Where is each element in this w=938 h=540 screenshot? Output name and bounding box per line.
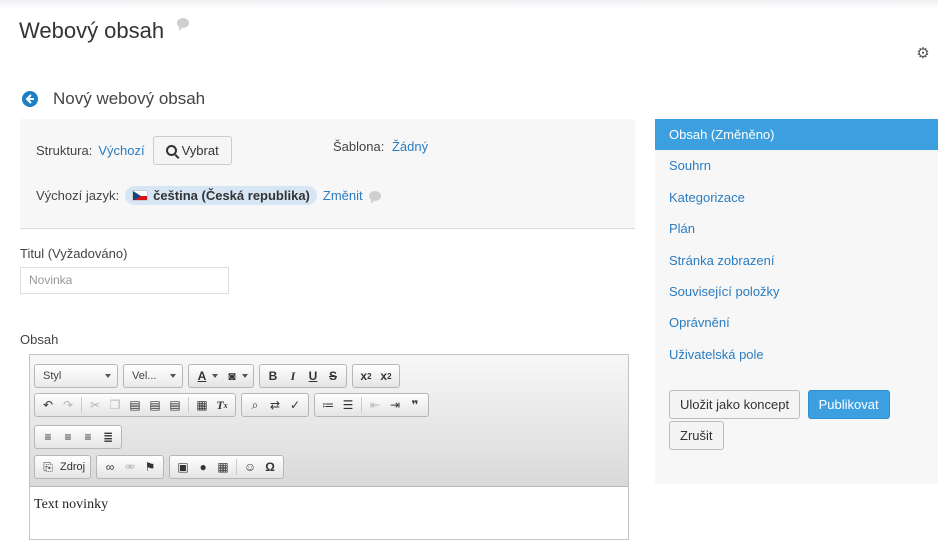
title-label: Titul (Vyžadováno) [20, 246, 128, 261]
align-left-icon[interactable]: ≡ [38, 427, 58, 447]
outdent-icon[interactable]: ⇤ [365, 395, 385, 415]
select-structure-button[interactable]: Vybrat [152, 135, 232, 165]
form-actions: Uložit jako koncept Publikovat Zrušit [669, 390, 890, 450]
structure-panel: Struktura: Výchozí Vybrat Šablona: Žádný… [20, 119, 635, 229]
redo-icon[interactable]: ↷ [58, 395, 78, 415]
title-input[interactable]: Novinka [20, 267, 229, 294]
language-value: čeština (Česká republika) [153, 188, 310, 203]
table-icon[interactable]: ▦ [213, 457, 233, 477]
blockquote-icon[interactable]: ❞ [405, 395, 425, 415]
strikethrough-icon[interactable]: S [323, 366, 343, 386]
gear-icon[interactable]: ⚙ [915, 46, 931, 62]
template-label: Šablona: [333, 139, 385, 154]
align-center-icon[interactable]: ≡ [58, 427, 78, 447]
italic-icon[interactable]: I [283, 366, 303, 386]
indent-icon[interactable]: ⇥ [385, 395, 405, 415]
sidebar-item-summary[interactable]: Souhrn [655, 150, 938, 181]
rich-text-editor: Styl Vel... A ◙ B I U S x2 x2 ↶ ↷ ✂ ❐ ▤ … [29, 354, 629, 540]
content-label: Obsah [20, 332, 59, 347]
editor-content[interactable]: Text novinky [30, 487, 628, 539]
paste-icon[interactable]: ▤ [125, 395, 145, 415]
align-right-icon[interactable]: ≡ [78, 427, 98, 447]
change-language-link[interactable]: Změnit [323, 188, 363, 203]
image-icon[interactable]: ▣ [173, 457, 193, 477]
replace-icon[interactable]: ⇄ [265, 395, 285, 415]
style-combo[interactable]: Styl [34, 364, 118, 388]
find-icon[interactable]: ⌕ [245, 395, 265, 415]
sidebar-item-custom-fields[interactable]: Uživatelská pole [655, 339, 938, 370]
sidebar-item-related[interactable]: Související položky [655, 276, 938, 307]
search-icon [165, 144, 177, 156]
numbered-list-icon[interactable]: ≔ [318, 395, 338, 415]
undo-icon[interactable]: ↶ [38, 395, 58, 415]
select-button-label: Vybrat [181, 142, 219, 158]
bold-icon[interactable]: B [263, 366, 283, 386]
flash-icon[interactable]: ● [193, 457, 213, 477]
page-title: Webový obsah [19, 18, 165, 43]
sidebar-item-permissions[interactable]: Oprávnění [655, 307, 938, 338]
publish-button[interactable]: Publikovat [807, 390, 890, 419]
link-icon[interactable]: ∞ [100, 457, 120, 477]
right-sidebar: Obsah (Změněno) Souhrn Kategorizace Plán… [655, 119, 938, 484]
style-combo-label: Styl [43, 370, 62, 382]
copy-icon[interactable]: ❐ [105, 395, 125, 415]
structure-link[interactable]: Výchozí [98, 143, 144, 158]
size-combo[interactable]: Vel... [123, 364, 183, 388]
sidebar-item-content[interactable]: Obsah (Změněno) [655, 119, 938, 150]
size-combo-label: Vel... [132, 370, 157, 382]
subscript-icon[interactable]: x2 [356, 366, 376, 386]
smiley-icon[interactable]: ☺ [240, 457, 260, 477]
bullet-list-icon[interactable]: ☰ [338, 395, 358, 415]
czech-flag-icon [132, 190, 149, 201]
sidebar-item-display-page[interactable]: Stránka zobrazení [655, 245, 938, 276]
cut-icon[interactable]: ✂ [85, 395, 105, 415]
editor-toolbar: Styl Vel... A ◙ B I U S x2 x2 ↶ ↷ ✂ ❐ ▤ … [30, 355, 628, 487]
help-icon[interactable] [368, 190, 381, 204]
sidebar-item-schedule[interactable]: Plán [655, 213, 938, 244]
justify-icon[interactable]: ≣ [98, 427, 118, 447]
unlink-icon[interactable]: ⚮ [120, 457, 140, 477]
text-color-icon[interactable]: A [192, 366, 212, 386]
spellcheck-icon[interactable]: ✓ [285, 395, 305, 415]
remove-format-icon[interactable]: Tx [212, 395, 232, 415]
paste-text-icon[interactable]: ▤ [145, 395, 165, 415]
source-icon: ⎘ [43, 459, 53, 474]
sidebar-item-categorization[interactable]: Kategorizace [655, 182, 938, 213]
superscript-icon[interactable]: x2 [376, 366, 396, 386]
background-color-icon[interactable]: ◙ [222, 366, 242, 386]
language-badge: čeština (Česká republika) [125, 186, 317, 205]
language-label: Výchozí jazyk: [36, 188, 120, 203]
special-char-icon[interactable]: Ω [260, 457, 280, 477]
back-arrow-icon[interactable] [22, 91, 38, 107]
template-icon[interactable]: ▦ [192, 395, 212, 415]
sub-title: Nový webový obsah [53, 89, 206, 108]
top-shadow [0, 0, 938, 8]
save-draft-button[interactable]: Uložit jako koncept [669, 390, 801, 419]
template-link[interactable]: Žádný [392, 139, 428, 154]
cancel-button[interactable]: Zrušit [669, 421, 724, 450]
help-icon[interactable] [177, 18, 189, 31]
paste-word-icon[interactable]: ▤ [165, 395, 185, 415]
anchor-flag-icon[interactable]: ⚑ [140, 457, 160, 477]
back-row: Nový webový obsah [22, 89, 205, 109]
source-button[interactable]: Zdroj [58, 457, 87, 477]
structure-label: Struktura: [36, 142, 93, 158]
underline-icon[interactable]: U [303, 366, 323, 386]
